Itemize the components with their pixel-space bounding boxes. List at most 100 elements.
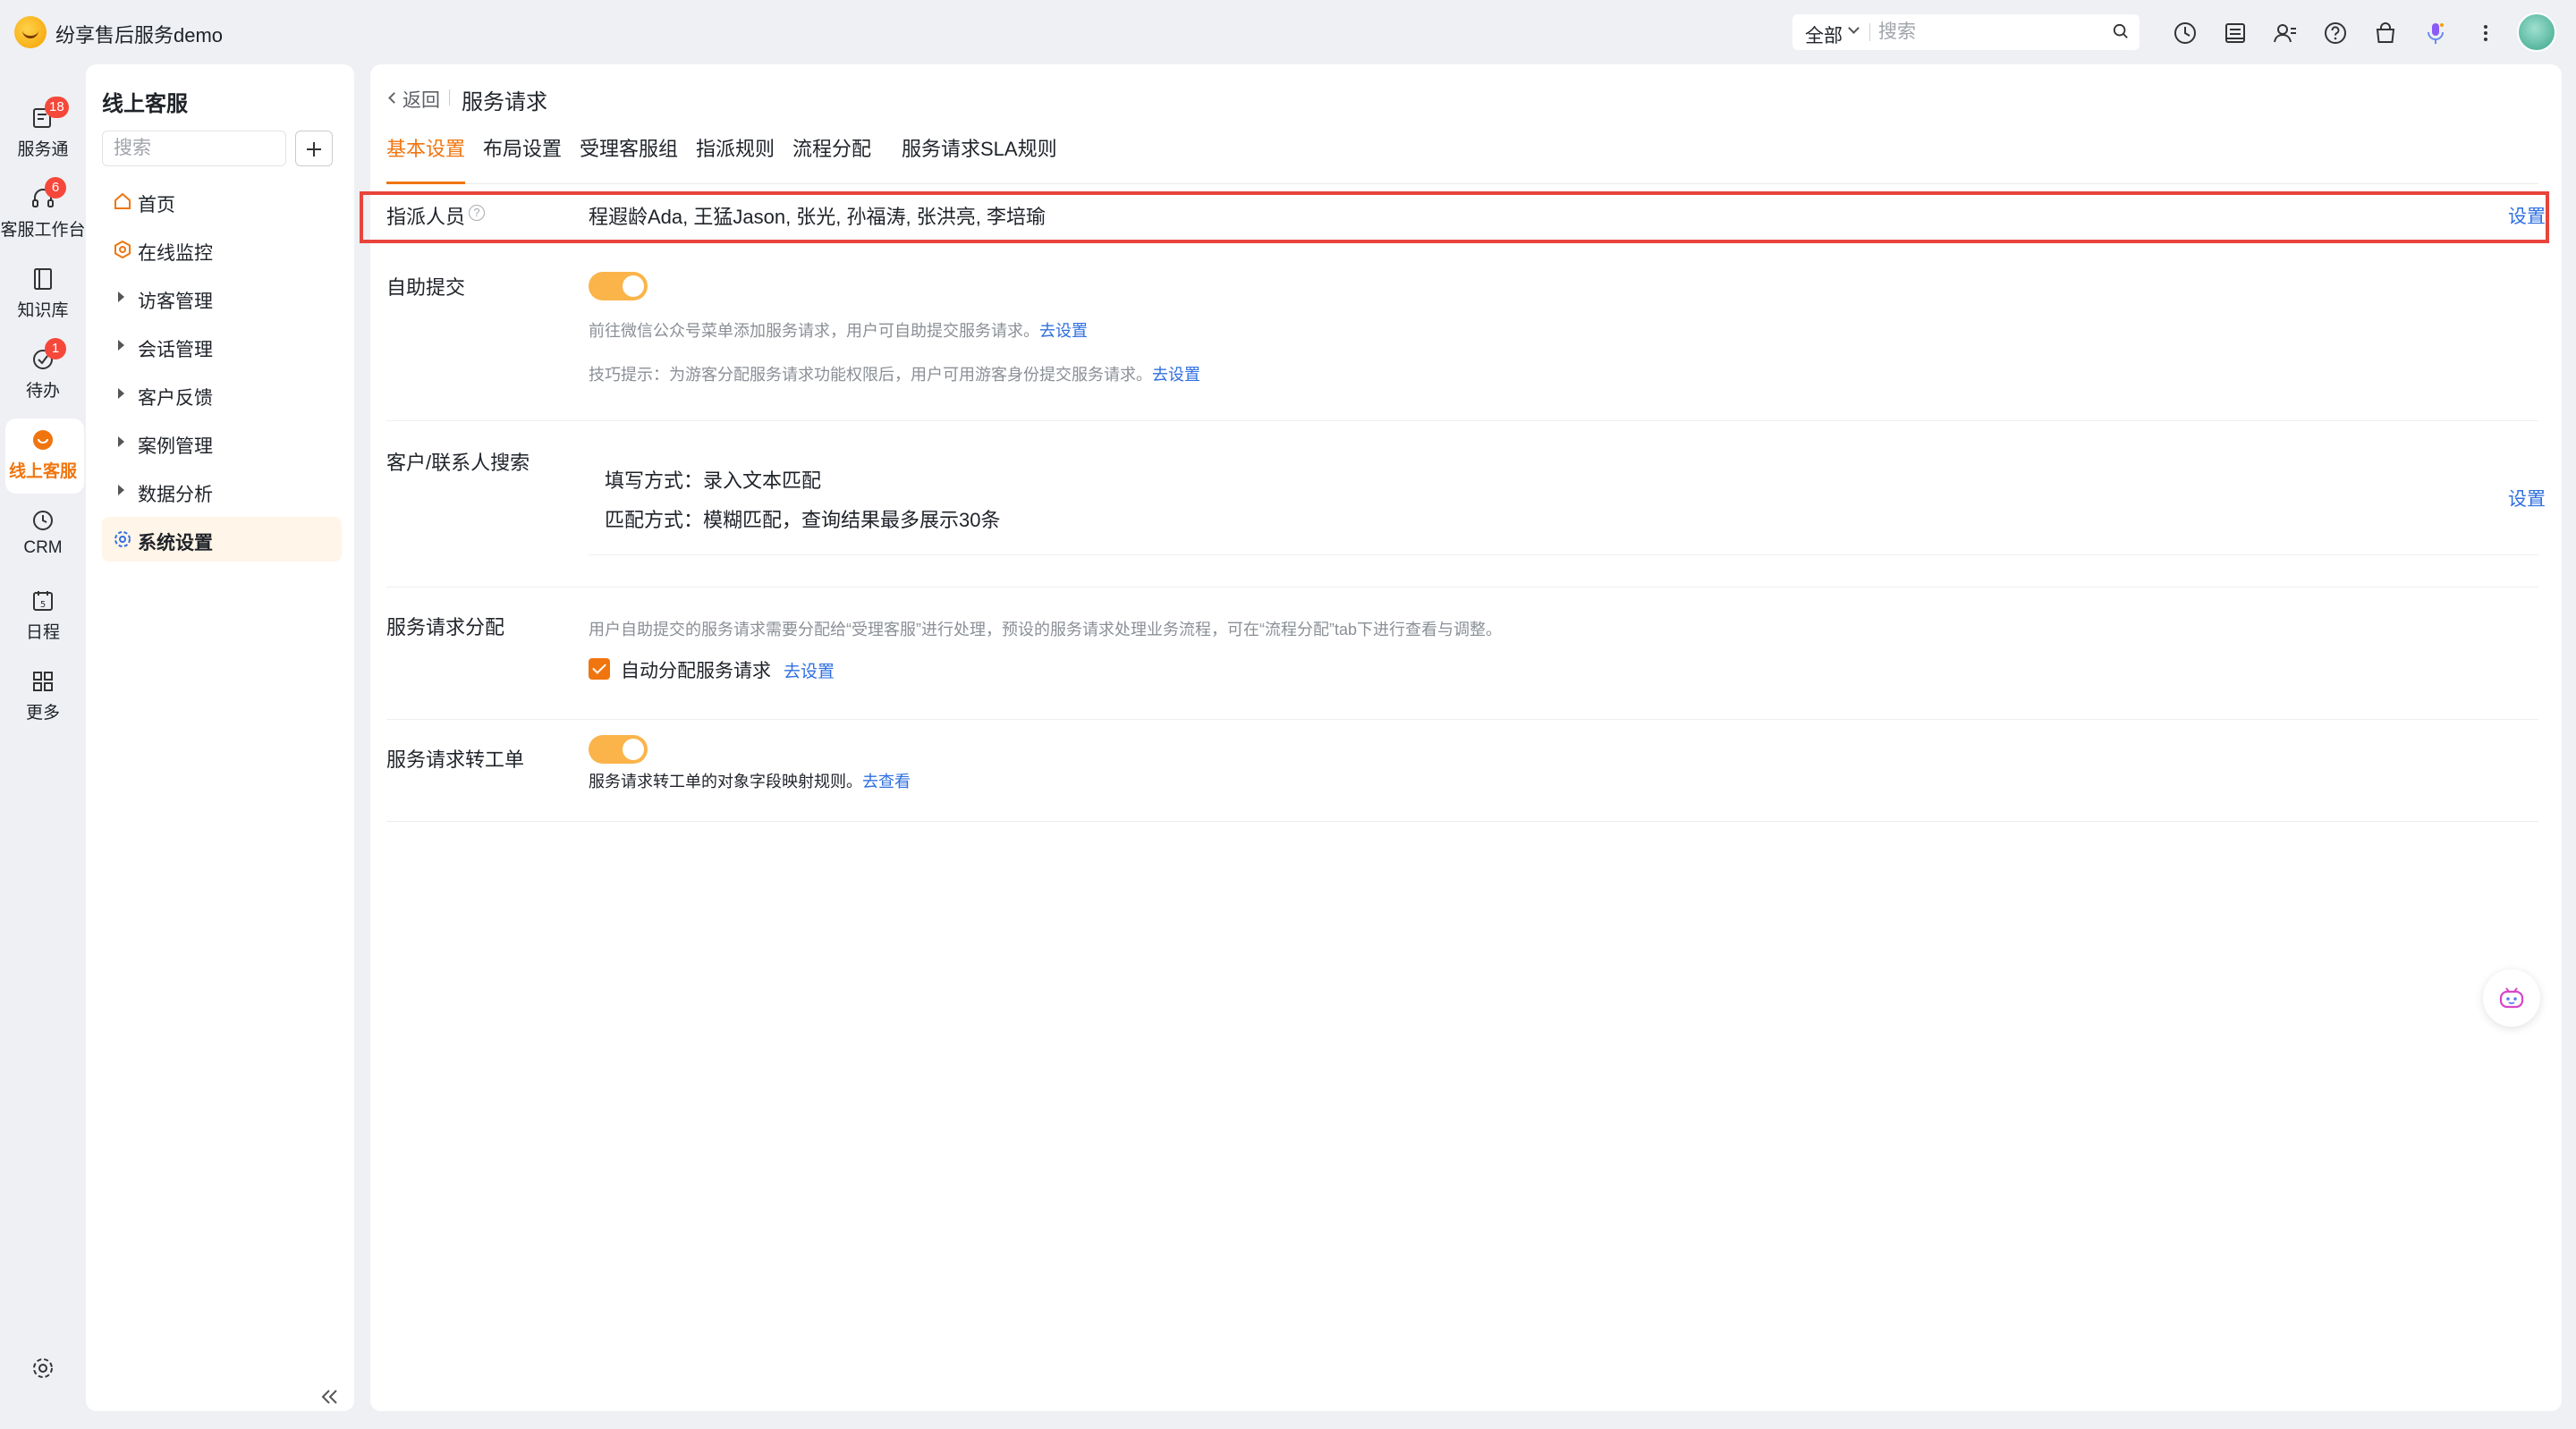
- global-search: 全部: [1792, 14, 2140, 50]
- help-icon[interactable]: [2322, 20, 2349, 47]
- auto-assign-label: 自动分配服务请求: [621, 661, 771, 681]
- contacts-icon[interactable]: [2272, 20, 2299, 47]
- sidebar-item-monitor[interactable]: 在线监控: [102, 227, 342, 272]
- caret-right-icon: [118, 436, 124, 447]
- assignee-value: 程遐龄Ada, 王猛Jason, 张光, 孙福涛, 张洪亮, 李培瑜: [589, 206, 1046, 228]
- inbox-icon[interactable]: [2222, 20, 2249, 47]
- sidebar-item-feedback[interactable]: 客户反馈: [102, 372, 342, 417]
- hint-text: 前往微信公众号菜单添加服务请求，用户可自助提交服务请求。: [589, 322, 1039, 340]
- rail-item-todo[interactable]: 1 待办: [0, 338, 86, 413]
- sidebar-item-label: 在线监控: [138, 243, 213, 264]
- to-ticket-hint: 服务请求转工单的对象字段映射规则。去查看: [589, 769, 911, 792]
- divider: [449, 89, 450, 106]
- assistant-bot-button[interactable]: [2483, 969, 2540, 1027]
- hint-text: 技巧提示：为游客分配服务请求功能权限后，用户可用游客身份提交服务请求。: [589, 366, 1152, 384]
- rail-item-online-service[interactable]: 线上客服: [5, 419, 84, 494]
- to-ticket-label: 服务请求转工单: [386, 748, 525, 771]
- back-link[interactable]: 返回: [402, 86, 440, 113]
- help-icon[interactable]: ?: [469, 205, 485, 221]
- rail-item-label: 日程: [25, 623, 60, 642]
- search-icon[interactable]: [2113, 23, 2129, 39]
- home-icon: [114, 192, 131, 209]
- sidebar-item-label: 系统设置: [138, 533, 213, 554]
- history-icon[interactable]: [2172, 20, 2199, 47]
- customer-search-settings-link[interactable]: 设置: [2508, 485, 2546, 512]
- sidebar-search-input[interactable]: [102, 131, 286, 166]
- tab-flow-distribution[interactable]: 流程分配: [792, 129, 871, 184]
- left-rail: 18 服务通 6 客服工作台 知识库 1 待办 线上客服 CRM 5 日程 更多: [0, 64, 86, 1429]
- secondary-sidebar: 线上客服 首页 在线监控 访客管理 会话管理 客户反馈 案例管理 数据分析 系统…: [86, 64, 354, 1411]
- chat-icon: [33, 430, 53, 450]
- match-mode-text: 匹配方式：模糊匹配，查询结果最多展示30条: [605, 509, 1001, 531]
- badge-count: 1: [45, 338, 66, 359]
- tab-service-groups[interactable]: 受理客服组: [580, 129, 678, 184]
- assignee-settings-link[interactable]: 设置: [2508, 202, 2546, 229]
- rail-item-schedule[interactable]: 5 日程: [0, 579, 86, 655]
- assignee-label: 指派人员: [386, 206, 466, 228]
- rail-item-service[interactable]: 18 服务通: [0, 97, 86, 172]
- app-title: 纷享售后服务demo: [55, 24, 224, 47]
- tab-assign-rules[interactable]: 指派规则: [696, 129, 775, 184]
- calendar-icon: 5: [33, 591, 53, 611]
- badge-count: 18: [45, 97, 69, 118]
- tab-sla-rules[interactable]: 服务请求SLA规则: [902, 129, 1057, 184]
- sidebar-item-sessions[interactable]: 会话管理: [102, 324, 342, 368]
- add-button[interactable]: [295, 131, 333, 166]
- self-submit-label: 自助提交: [386, 276, 466, 299]
- monitor-icon: [114, 240, 131, 259]
- to-ticket-toggle[interactable]: [589, 735, 648, 764]
- rail-item-label: 更多: [25, 704, 60, 723]
- bag-icon[interactable]: [2372, 20, 2399, 47]
- rail-item-label: 服务通: [17, 140, 69, 159]
- rail-item-more[interactable]: 更多: [0, 660, 86, 735]
- collapse-icon[interactable]: [318, 1388, 340, 1406]
- sidebar-title: 线上客服: [102, 92, 188, 116]
- sidebar-item-cases[interactable]: 案例管理: [102, 420, 342, 465]
- sidebar-item-label: 访客管理: [138, 292, 213, 312]
- caret-right-icon: [118, 340, 124, 351]
- search-scope-select[interactable]: 全部: [1805, 21, 1843, 48]
- divider: [386, 420, 2538, 421]
- customer-search-label: 客户/联系人搜索: [386, 452, 530, 474]
- self-submit-tip: 技巧提示：为游客分配服务请求功能权限后，用户可用游客身份提交服务请求。去设置: [589, 362, 1200, 385]
- sidebar-item-settings[interactable]: 系统设置: [102, 517, 342, 562]
- view-link[interactable]: 去查看: [862, 773, 911, 791]
- caret-right-icon: [118, 388, 124, 399]
- sidebar-item-label: 客户反馈: [138, 388, 213, 409]
- bot-icon: [2499, 987, 2524, 1009]
- tab-layout-settings[interactable]: 布局设置: [483, 129, 562, 184]
- go-settings-link[interactable]: 去设置: [1039, 322, 1088, 340]
- avatar[interactable]: [2517, 13, 2556, 52]
- fill-mode-text: 填写方式：录入文本匹配: [605, 469, 822, 492]
- go-settings-link[interactable]: 去设置: [1152, 366, 1200, 384]
- chevron-left-icon[interactable]: [388, 92, 400, 104]
- tab-bar: 基本设置 布局设置 受理客服组 指派规则 流程分配 服务请求SLA规则: [386, 129, 2538, 184]
- sidebar-item-label: 首页: [138, 195, 175, 216]
- svg-text:5: 5: [40, 600, 46, 610]
- self-submit-hint: 前往微信公众号菜单添加服务请求，用户可自助提交服务请求。去设置: [589, 318, 1088, 342]
- rail-item-crm[interactable]: CRM: [0, 499, 86, 574]
- rail-item-agent-desk[interactable]: 6 客服工作台: [0, 177, 86, 252]
- gear-icon[interactable]: [30, 1356, 55, 1381]
- rail-item-knowledge[interactable]: 知识库: [0, 258, 86, 333]
- rail-item-label: 线上客服: [8, 462, 77, 481]
- mic-icon[interactable]: [2422, 20, 2449, 47]
- chevron-down-icon[interactable]: [1848, 22, 1860, 34]
- more-icon[interactable]: [2472, 20, 2499, 47]
- divider: [386, 821, 2538, 822]
- sidebar-item-visitors[interactable]: 访客管理: [102, 275, 342, 320]
- global-search-input[interactable]: [1878, 18, 2102, 47]
- gear-icon: [114, 531, 131, 547]
- hint-text: 服务请求转工单的对象字段映射规则。: [589, 773, 862, 791]
- book-icon: [34, 268, 52, 290]
- go-settings-link[interactable]: 去设置: [784, 658, 835, 682]
- app-logo-icon: [14, 16, 47, 48]
- self-submit-toggle[interactable]: [589, 272, 648, 300]
- caret-right-icon: [118, 485, 124, 495]
- sidebar-item-home[interactable]: 首页: [102, 179, 342, 224]
- sidebar-item-label: 案例管理: [138, 436, 213, 457]
- tab-basic-settings[interactable]: 基本设置: [386, 129, 466, 184]
- auto-assign-checkbox[interactable]: [589, 658, 610, 680]
- sidebar-item-analytics[interactable]: 数据分析: [102, 469, 342, 513]
- grid-icon: [33, 672, 53, 691]
